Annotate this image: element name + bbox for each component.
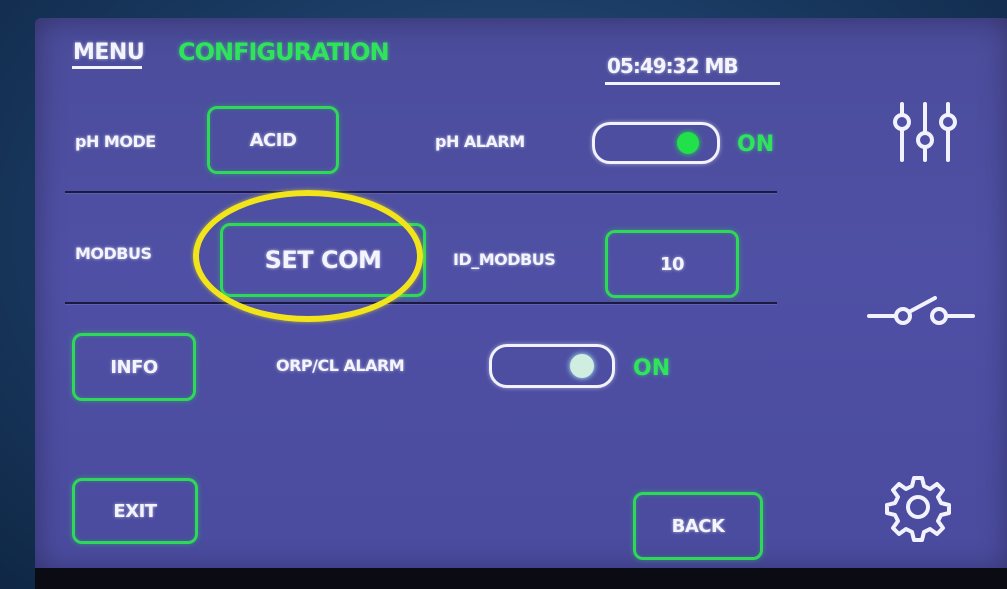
touch-screen: MENU CONFIGURATION 05:49:32 MB pH MODE A… (35, 18, 1007, 573)
ph-alarm-label: pH ALARM (435, 132, 525, 151)
page-title: CONFIGURATION (178, 38, 390, 66)
ph-alarm-state: ON (737, 132, 775, 157)
bezel-bottom (35, 568, 1007, 589)
divider-2 (65, 302, 777, 304)
clock-display: 05:49:32 MB (607, 54, 739, 78)
sliders-icon[interactable] (890, 98, 960, 168)
orp-alarm-toggle[interactable] (489, 344, 615, 388)
info-button[interactable]: INFO (72, 333, 196, 401)
clock-underline (605, 82, 780, 85)
gear-icon[interactable] (883, 472, 953, 542)
orp-alarm-toggle-knob (570, 354, 594, 378)
ph-mode-label: pH MODE (75, 132, 156, 151)
orp-alarm-state: ON (633, 356, 671, 381)
ph-alarm-toggle[interactable] (592, 122, 720, 164)
set-com-button[interactable]: SET COM (220, 223, 426, 297)
ph-alarm-toggle-knob (677, 132, 699, 154)
id-modbus-label: ID_MODBUS (453, 250, 556, 269)
divider-1 (65, 191, 777, 193)
modbus-label: MODBUS (75, 244, 152, 263)
id-modbus-field[interactable]: 10 (605, 230, 739, 298)
back-button[interactable]: BACK (633, 492, 763, 560)
ph-mode-button[interactable]: ACID (207, 106, 339, 174)
switch-icon[interactable] (865, 288, 975, 328)
exit-button[interactable]: EXIT (72, 478, 198, 544)
orp-alarm-label: ORP/CL ALARM (276, 356, 405, 375)
menu-underline (72, 66, 142, 69)
menu-label[interactable]: MENU (73, 40, 145, 65)
